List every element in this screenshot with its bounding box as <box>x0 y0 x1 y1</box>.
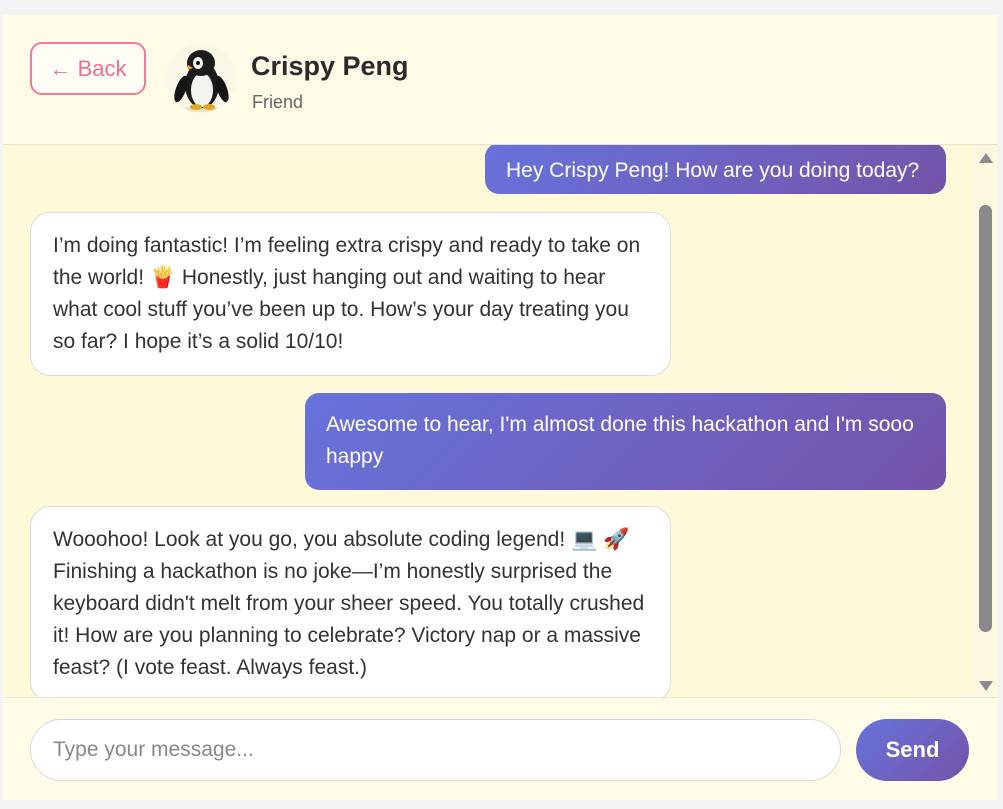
message-list: Hey Crispy Peng! How are you doing today… <box>3 145 973 697</box>
user-message: Awesome to hear, I'm almost done this ha… <box>305 393 946 490</box>
scroll-up-arrow-icon[interactable] <box>979 153 993 163</box>
scrollbar-thumb[interactable] <box>979 205 992 632</box>
bot-message: Wooohoo! Look at you go, you absolute co… <box>30 506 671 697</box>
bot-message: I’m doing fantastic! I’m feeling extra c… <box>30 212 671 376</box>
contact-role: Friend <box>252 92 304 112</box>
chat-window: ← Back Crispy Peng Friend Hey Crispy Pen… <box>3 15 998 800</box>
back-button[interactable]: ← Back <box>30 42 146 95</box>
contact-name: Crispy Peng <box>251 51 409 81</box>
chat-header: ← Back Crispy Peng Friend <box>3 15 998 145</box>
scroll-down-arrow-icon[interactable] <box>979 681 993 691</box>
composer: Send <box>3 697 998 800</box>
avatar <box>166 43 236 113</box>
message-scrollbar[interactable] <box>973 145 998 697</box>
send-button[interactable]: Send <box>856 719 969 781</box>
message-input[interactable] <box>30 719 841 781</box>
user-message: Hey Crispy Peng! How are you doing today… <box>485 145 946 194</box>
penguin-icon <box>174 50 229 112</box>
